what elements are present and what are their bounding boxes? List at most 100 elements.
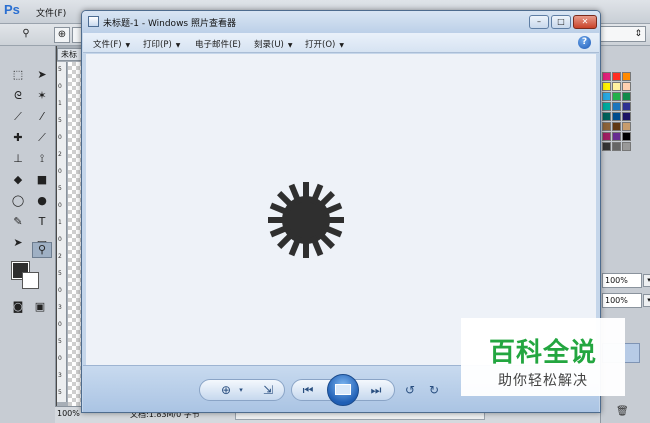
photo-viewer-menubar: 文件(F) ▼ 打印(P) ▼ 电子邮件(E) 刻录(U) ▼ 打开(O) ▼ ? [83,33,599,53]
photo-viewer-titlebar[interactable]: 未标题-1 - Windows 照片查看器 – □ ✕ [82,11,600,33]
magic-wand-icon[interactable]: ✶ [32,87,52,105]
ruler-mark: 1 [58,100,62,107]
menu-print-caret-icon: ▼ [175,42,181,49]
background-color-swatch[interactable] [22,272,39,289]
move-tool-icon[interactable]: ➤ [32,66,52,84]
color-swatch[interactable] [612,102,621,111]
gradient-tool-icon[interactable]: ■ [32,171,52,189]
healing-brush-icon[interactable]: ✚ [8,129,28,147]
menu-email-label: 电子邮件(E) [195,40,242,50]
color-swatch[interactable] [612,132,621,141]
fill-dropdown-icon[interactable]: ▾ [643,294,650,307]
zoom-dropdown-icon[interactable]: ▾ [232,380,250,400]
color-swatch[interactable] [612,142,621,151]
ps-menu-file[interactable]: 文件(F) [36,6,66,19]
menu-file-caret-icon: ▼ [125,42,131,49]
color-swatch[interactable] [622,142,631,151]
close-button[interactable]: ✕ [573,15,597,29]
color-swatch[interactable] [622,132,631,141]
opacity-dropdown-icon[interactable]: ▾ [643,274,650,287]
color-swatch[interactable] [602,132,611,141]
zoom-tool-icon[interactable]: ⚲ [18,27,34,43]
crop-tool-icon[interactable]: ⟋ [8,108,28,126]
color-swatch[interactable] [602,122,611,131]
photoshop-toolbox: ⬚ ➤ ᘓ ✶ ⟋ ⁄ ✚ ⟋ ⊥ ⟟ ◆ ■ ◯ ● ✎ T ➤ ▭ ✋ ⚲ … [0,46,56,423]
rotate-clockwise-icon[interactable]: ↻ [425,380,443,400]
color-swatch[interactable] [612,112,621,121]
slideshow-icon [335,384,351,395]
history-brush-icon[interactable]: ⟟ [32,150,52,168]
zoom-in-icon[interactable]: ⊕ [54,27,70,43]
ruler-mark: 3 [58,304,62,311]
ruler-mark: 5 [58,185,62,192]
baike-watermark: 百科全说 助你轻松解决 [461,318,625,396]
ruler-mark: 0 [58,134,62,141]
previous-icon[interactable]: ⏮ [299,380,317,400]
rotate-counterclockwise-icon[interactable]: ↺ [401,380,419,400]
color-swatch[interactable] [622,72,631,81]
menu-file-label: 文件(F) [93,40,122,50]
menu-burn[interactable]: 刻录(U) ▼ [254,38,292,50]
color-swatch[interactable] [602,102,611,111]
dodge-tool-icon[interactable]: ● [32,192,52,210]
eyedropper-icon[interactable]: ⁄ [32,108,52,126]
color-swatch[interactable] [622,82,631,91]
status-zoom[interactable]: 100% [57,409,80,418]
ruler-mark: 0 [58,287,62,294]
screen: Ps 文件(F) ⚲ ⊕ ⇕ ⬚ ➤ ᘓ ✶ ⟋ ⁄ ✚ ⟋ ⊥ ⟟ ◆ ■ ◯… [0,0,650,423]
next-icon[interactable]: ⏭ [367,380,385,400]
menu-file[interactable]: 文件(F) ▼ [93,38,130,50]
ruler-mark: 0 [58,236,62,243]
eraser-tool-icon[interactable]: ◆ [8,171,28,189]
ruler-mark: 0 [58,168,62,175]
color-swatch[interactable] [602,142,611,151]
workspace-dropdown[interactable]: ⇕ [600,26,646,42]
color-swatch[interactable] [602,112,611,121]
path-select-icon[interactable]: ➤ [8,234,28,252]
ruler-mark: 0 [58,355,62,362]
color-swatch[interactable] [612,82,621,91]
sun-ray [303,238,309,258]
actual-size-icon[interactable]: ⇲ [259,380,277,400]
zoom-tool-active-icon[interactable]: ⚲ [32,242,52,258]
menu-print-label: 打印(P) [143,40,172,50]
color-swatch[interactable] [602,92,611,101]
color-swatch[interactable] [612,122,621,131]
watermark-title: 百科全说 [488,338,597,368]
marquee-tool-icon[interactable]: ⬚ [8,66,28,84]
ruler-mark: 2 [58,253,62,260]
menu-email[interactable]: 电子邮件(E) [195,38,241,50]
color-swatch[interactable] [622,122,631,131]
brush-tool-icon[interactable]: ⟋ [32,129,52,147]
color-swatch[interactable] [612,72,621,81]
color-swatch[interactable] [622,112,631,121]
quick-mask-icon[interactable]: ◙ [8,298,28,316]
vertical-ruler: 5 0 1 5 0 2 0 5 0 1 0 2 5 0 3 0 5 0 3 5 [57,62,67,402]
slideshow-button[interactable] [327,374,359,406]
lasso-tool-icon[interactable]: ᘓ [8,87,28,105]
color-swatch[interactable] [602,82,611,91]
color-swatch[interactable] [602,72,611,81]
minimize-button[interactable]: – [529,15,549,29]
color-swatch[interactable] [622,92,631,101]
menu-open[interactable]: 打开(O) ▼ [305,38,344,50]
opacity-field[interactable]: 100% ▾ [602,273,650,288]
blur-tool-icon[interactable]: ◯ [8,192,28,210]
fill-field[interactable]: 100% ▾ [602,293,650,308]
photoshop-logo: Ps [4,2,20,17]
help-icon[interactable]: ? [578,36,591,49]
color-swatch[interactable] [612,92,621,101]
maximize-button[interactable]: □ [551,15,571,29]
ruler-mark: 5 [58,389,62,396]
ruler-mark: 0 [58,83,62,90]
ruler-mark: 5 [58,338,62,345]
photo-viewer-app-icon [88,16,99,27]
type-tool-icon[interactable]: T [32,213,52,231]
pen-tool-icon[interactable]: ✎ [8,213,28,231]
screen-mode-icon[interactable]: ▣ [30,298,50,316]
sun-ray [268,217,288,223]
trash-icon[interactable]: 🗑 [616,406,629,417]
stamp-tool-icon[interactable]: ⊥ [8,150,28,168]
color-swatch[interactable] [622,102,631,111]
menu-print[interactable]: 打印(P) ▼ [143,38,180,50]
